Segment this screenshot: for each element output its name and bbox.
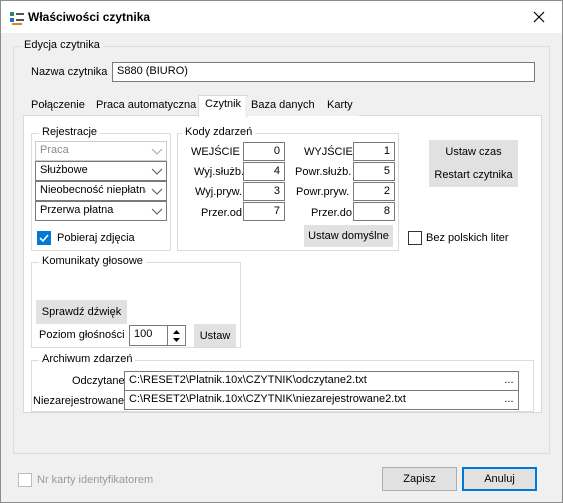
code-input-przer-do[interactable]: 8: [353, 202, 395, 221]
read-file-label: Odczytane: [72, 375, 125, 387]
restart-reader-button[interactable]: Restart czytnika: [429, 163, 518, 187]
tab-czytnik[interactable]: Czytnik: [198, 95, 249, 117]
check-sound-button[interactable]: Sprawdź dźwięk: [36, 300, 127, 324]
spin-up-icon: [173, 330, 180, 334]
reader-name-label: Nazwa czytnika: [31, 66, 108, 78]
chevron-down-icon: [151, 188, 163, 195]
download-photos-checkbox[interactable]: [37, 231, 51, 245]
tab-polaczenie[interactable]: Połączenie: [25, 97, 91, 116]
unregistered-file-label: Niezarejestrowane: [33, 395, 125, 407]
code-label-powr-pryw: Powr.pryw.: [296, 186, 350, 198]
title-bar: Właściwości czytnika: [1, 1, 562, 33]
app-icon: [9, 10, 25, 26]
edit-reader-group-label: Edycja czytnika: [21, 39, 103, 51]
browse-read-button[interactable]: ...: [500, 374, 518, 390]
code-input-przer-od[interactable]: 7: [243, 202, 285, 221]
code-input-wyj-pryw[interactable]: 3: [243, 182, 285, 201]
code-label-przer-do: Przer.do: [311, 207, 352, 219]
registration-combo-praca[interactable]: Praca: [35, 141, 167, 161]
close-button[interactable]: [516, 1, 562, 33]
chevron-down-icon: [151, 168, 163, 175]
code-label-powr-sluzb: Powr.służb.: [295, 166, 352, 178]
properties-dialog: Właściwości czytnika Edycja czytnika Naz…: [0, 0, 563, 503]
set-volume-button[interactable]: Ustaw: [194, 324, 236, 347]
code-label-przer-od: Przer.od: [201, 207, 242, 219]
reader-name-input[interactable]: S880 (BIURO): [112, 62, 535, 82]
code-label-wyjscie: WYJŚCIE: [304, 146, 353, 158]
checkmark-icon: [39, 234, 49, 243]
registration-combo-przerwa[interactable]: Przerwa płatna: [35, 201, 167, 221]
set-time-button[interactable]: Ustaw czas: [429, 140, 518, 164]
card-id-label: Nr karty identyfikatorem: [37, 474, 154, 486]
code-input-powr-pryw[interactable]: 2: [353, 182, 395, 201]
code-input-wyjscie[interactable]: 1: [353, 142, 395, 161]
volume-input[interactable]: 100: [129, 325, 168, 346]
tab-karty[interactable]: Karty: [321, 97, 359, 116]
card-id-checkbox[interactable]: [18, 473, 32, 487]
rejestracje-label: Rejestracje: [39, 126, 101, 138]
voice-messages-label: Komunikaty głosowe: [39, 255, 146, 267]
code-input-wejscie[interactable]: 0: [243, 142, 285, 161]
cancel-button[interactable]: Anuluj: [462, 467, 537, 491]
code-label-wejscie: WEJŚCIE: [191, 146, 240, 158]
event-codes-label: Kody zdarzeń: [182, 126, 256, 138]
chevron-down-icon: [151, 208, 163, 215]
event-archive-label: Archiwum zdarzeń: [39, 353, 136, 365]
registration-combo-sluzbowe[interactable]: Służbowe: [35, 161, 167, 181]
volume-label: Poziom głośności: [39, 329, 125, 341]
code-input-powr-sluzb[interactable]: 5: [353, 162, 395, 181]
window-title: Właściwości czytnika: [28, 10, 151, 24]
no-polish-checkbox[interactable]: [408, 231, 422, 245]
code-label-wyj-sluzb: Wyj.służb.: [194, 166, 245, 178]
no-polish-label: Bez polskich liter: [426, 232, 509, 244]
spin-down-icon: [173, 338, 180, 342]
unregistered-file-path[interactable]: C:\RESET2\Platnik.10x\CZYTNIK\niezarejes…: [124, 390, 519, 410]
save-button[interactable]: Zapisz: [382, 467, 457, 491]
download-photos-label: Pobieraj zdjęcia: [57, 232, 135, 244]
volume-spinner[interactable]: [167, 325, 186, 346]
close-icon: [533, 11, 545, 23]
tab-baza-danych[interactable]: Baza danych: [245, 97, 321, 116]
browse-unregistered-button[interactable]: ...: [500, 393, 518, 409]
registration-combo-nieobecnosc[interactable]: Nieobecność niepłatna: [35, 181, 167, 201]
set-defaults-button[interactable]: Ustaw domyślne: [304, 225, 393, 247]
read-file-path[interactable]: C:\RESET2\Platnik.10x\CZYTNIK\odczytane2…: [124, 371, 519, 391]
code-label-wyj-pryw: Wyj.pryw.: [195, 186, 242, 198]
code-input-wyj-sluzb[interactable]: 4: [243, 162, 285, 181]
chevron-down-icon: [151, 148, 163, 155]
tab-praca-automatyczna[interactable]: Praca automatyczna: [90, 97, 203, 116]
